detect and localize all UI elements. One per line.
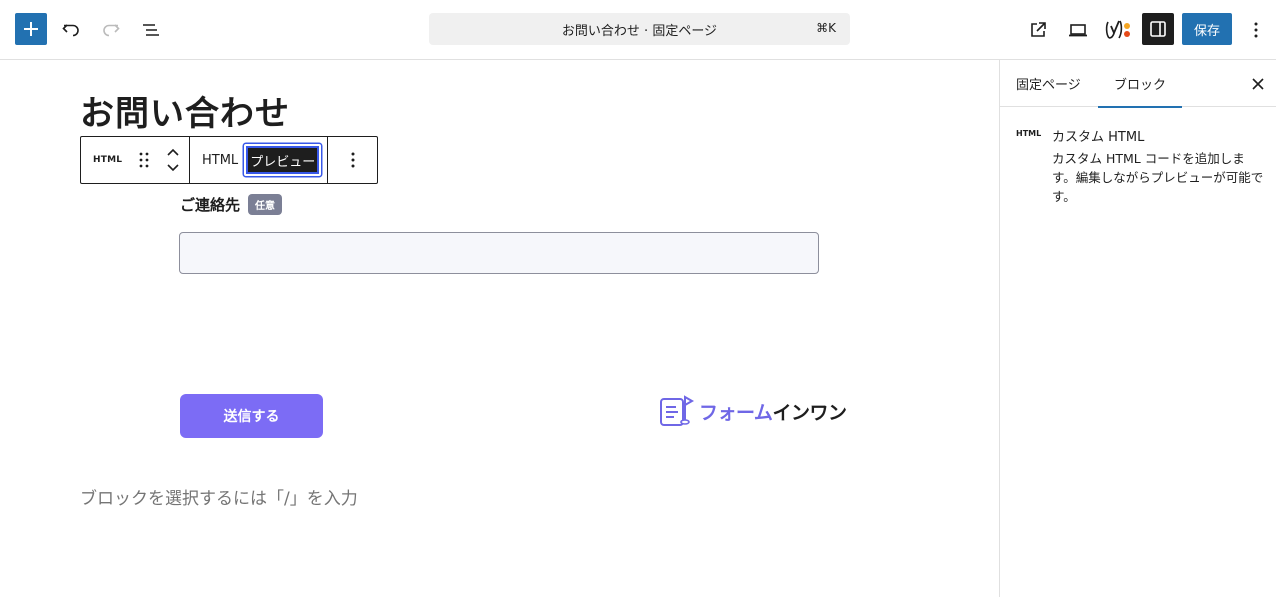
command-palette-shortcut: ⌘K	[816, 21, 836, 35]
yoast-icon	[1105, 20, 1130, 39]
brand-name: フォームインワン	[699, 398, 847, 425]
sidebar-icon	[1150, 21, 1166, 37]
html-block-icon[interactable]: HTML	[93, 155, 122, 165]
undo-icon	[62, 24, 79, 37]
block-inserter-button[interactable]	[15, 13, 47, 45]
contact-field-label: ご連絡先 任意	[180, 194, 283, 215]
close-icon	[1252, 78, 1264, 90]
block-title: カスタム HTML	[1052, 130, 1145, 145]
yoast-seo-button[interactable]	[1100, 12, 1136, 48]
document-title-bar[interactable]: お問い合わせ · 固定ページ ⌘K	[429, 13, 850, 45]
chevron-down-icon[interactable]	[166, 163, 180, 172]
list-view-icon	[143, 24, 159, 36]
document-overview-button[interactable]	[133, 12, 169, 48]
save-button[interactable]: 保存	[1182, 13, 1232, 45]
brand-name-part-b: インワン	[772, 401, 847, 424]
form-flag-icon	[660, 395, 695, 426]
contact-field-label-text: ご連絡先	[180, 196, 241, 214]
redo-button[interactable]	[93, 12, 129, 48]
close-sidebar-button[interactable]	[1244, 70, 1272, 98]
default-block-appender[interactable]: ブロックを選択するには「/」を入力	[80, 484, 358, 509]
block-toolbar-group-mode: HTML プレビュー	[190, 137, 328, 183]
submit-button[interactable]: 送信する	[180, 394, 323, 438]
brand-logo: フォームインワン	[659, 393, 847, 429]
block-description: カスタム HTML コードを追加します。編集しながらプレビューが可能です。	[1052, 151, 1264, 204]
preview-device-button[interactable]	[1060, 12, 1096, 48]
settings-sidebar-toggle[interactable]	[1142, 13, 1174, 45]
contact-input[interactable]	[179, 232, 819, 274]
desktop-icon	[1069, 24, 1087, 37]
view-post-button[interactable]	[1020, 12, 1056, 48]
chevron-up-icon[interactable]	[166, 148, 180, 157]
editor-header: お問い合わせ · 固定ページ ⌘K 保存	[0, 0, 1276, 60]
block-toolbar: HTML HTML プレビュー	[80, 136, 378, 184]
block-toolbar-group-mover: HTML	[81, 137, 190, 183]
page-title[interactable]: お問い合わせ	[80, 86, 290, 135]
redo-icon	[103, 24, 120, 37]
brand-name-part-a: フォーム	[699, 401, 773, 424]
settings-sidebar: 固定ページ ブロック HTML カスタム HTML カスタム HTML コードを…	[999, 60, 1276, 597]
external-link-icon	[1031, 22, 1046, 37]
plus-icon	[24, 22, 38, 36]
sidebar-tabs: 固定ページ ブロック	[1000, 60, 1276, 108]
tab-block[interactable]: ブロック	[1098, 60, 1183, 108]
tab-html[interactable]: HTML	[196, 153, 244, 168]
drag-handle-icon[interactable]	[138, 151, 150, 169]
optional-badge: 任意	[248, 194, 283, 215]
block-toolbar-group-options	[328, 137, 377, 183]
tab-preview[interactable]: プレビュー	[244, 144, 322, 176]
document-title: お問い合わせ · 固定ページ	[561, 23, 718, 39]
tab-page[interactable]: 固定ページ	[1000, 60, 1097, 107]
editor-canvas[interactable]: お問い合わせ HTML HTML プレビュー ご連絡先 任意 送信する フォーム…	[0, 60, 999, 597]
more-vertical-icon[interactable]	[343, 150, 363, 170]
block-mover	[166, 148, 180, 172]
more-vertical-icon	[1254, 22, 1258, 38]
undo-button[interactable]	[53, 12, 89, 48]
html-block-icon: HTML	[1016, 129, 1042, 138]
options-menu-button[interactable]	[1238, 12, 1274, 48]
